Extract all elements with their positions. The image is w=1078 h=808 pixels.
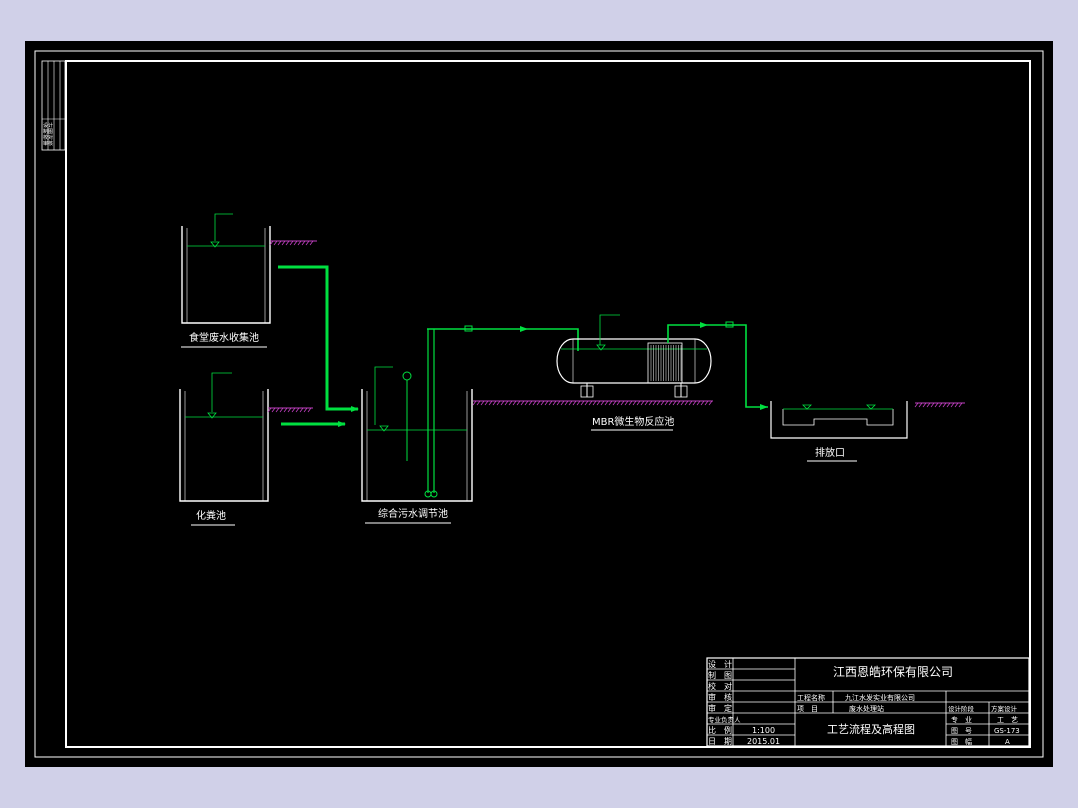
tb-row-draw: 制 图	[708, 670, 732, 680]
tb-row-design: 设 计	[708, 659, 732, 669]
tb-row-lead: 专业负责人	[708, 715, 741, 724]
discharge-outlet: 排放口	[770, 401, 908, 462]
mbr-reactor: MBR微生物反应池	[556, 314, 712, 431]
tb-discipline-value: 工 艺	[997, 716, 1018, 724]
tb-version-label: 图 幅	[951, 737, 972, 746]
equalization-tank: 综合污水调节池	[361, 329, 473, 524]
level-float-switch	[402, 371, 412, 381]
canteen-tank-label: 食堂废水收集池	[189, 331, 259, 344]
tb-row-scale: 比 例	[708, 725, 732, 735]
tb-number-value: GS-173	[994, 727, 1020, 735]
tb-row-check: 校 对	[708, 681, 732, 691]
process-flow-drawing: 设计 制图 校对 审核 食堂废水收集池 化粪池 综合污水调节池 MBR微生物反应…	[34, 50, 1044, 758]
tb-item-value: 废水处理站	[849, 704, 884, 713]
title-block-text: 设 计 制 图 校 对 审 核 审 定 专业负责人 比 例 日 期 1:100 …	[708, 659, 1020, 746]
pipe-equalization-to-mbr	[427, 328, 579, 351]
tb-drawing-title: 工艺流程及高程图	[827, 722, 915, 736]
tb-stage-label: 设计阶段	[948, 704, 975, 713]
pipe-mbr-to-outlet	[667, 324, 768, 408]
tb-row-approve: 审 定	[708, 703, 732, 713]
tb-scale-value: 1:100	[752, 726, 775, 735]
flow-arrow	[520, 326, 528, 332]
tb-project-value: 九江水发实业有限公司	[845, 693, 915, 702]
canteen-wastewater-tank: 食堂废水收集池	[181, 213, 317, 348]
pipe-canteen-to-equalization	[278, 265, 359, 412]
tb-date-value: 2015.01	[747, 737, 780, 746]
tb-discipline-label: 专 业	[951, 715, 972, 724]
equalization-tank-label: 综合污水调节池	[378, 507, 448, 520]
tb-version-value: A	[1005, 738, 1010, 746]
margin-cell-2: 校对	[43, 134, 53, 141]
tb-item-label: 项 目	[797, 705, 818, 713]
margin-cell-1: 制图	[43, 128, 53, 135]
tb-row-review: 审 核	[708, 692, 732, 702]
mbr-reactor-label: MBR微生物反应池	[592, 415, 674, 428]
tb-stage-value: 方案设计	[991, 704, 1018, 713]
septic-tank: 化粪池	[179, 372, 313, 526]
inner-border	[65, 60, 1031, 748]
margin-cell-3: 审核	[43, 140, 53, 147]
tb-row-date: 日 期	[708, 737, 732, 746]
tb-company: 江西恩皓环保有限公司	[833, 665, 953, 679]
margin-signoff-table: 设计 制图 校对 审核	[41, 60, 66, 151]
tb-number-label: 图 号	[951, 727, 972, 735]
outer-border	[34, 50, 1044, 758]
tb-project-label: 工程名称	[797, 693, 825, 702]
drawing-sheet: 设计 制图 校对 审核 食堂废水收集池 化粪池 综合污水调节池 MBR微生物反应…	[25, 41, 1053, 767]
margin-cell-0: 设计	[43, 122, 53, 129]
septic-tank-label: 化粪池	[196, 509, 226, 522]
outlet-label: 排放口	[815, 446, 845, 459]
